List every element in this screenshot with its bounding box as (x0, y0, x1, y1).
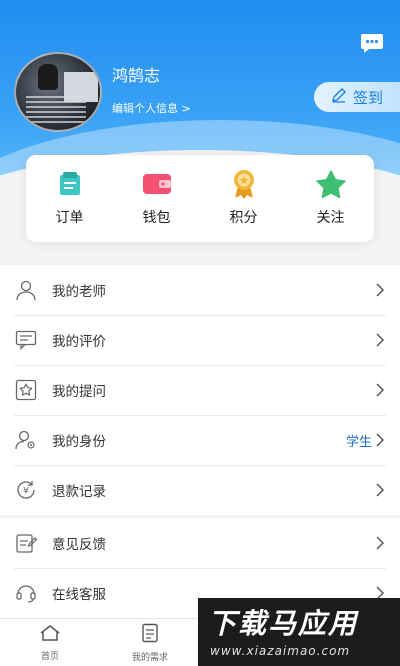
avatar[interactable] (14, 52, 102, 132)
teacher-icon (14, 278, 38, 302)
quick-actions-card: 订单 钱包 积分 关注 (26, 155, 374, 242)
message-icon[interactable] (360, 32, 384, 54)
signin-button[interactable]: 签到 (314, 82, 400, 112)
username: 鸿鹄志 (112, 66, 161, 85)
feedback-icon (14, 531, 38, 555)
menu-item-label: 我的身份 (52, 434, 106, 450)
comment-icon (14, 328, 38, 352)
menu-item-my-identity[interactable]: 我的身份 学生 (0, 415, 400, 465)
document-icon (141, 623, 159, 647)
quick-wallet[interactable]: 钱包 (113, 155, 200, 242)
menu-item-label: 我的评价 (52, 334, 106, 350)
identity-value: 学生 (345, 434, 372, 450)
svg-text:¥: ¥ (23, 487, 29, 497)
watermark-title: 下载马应用 (208, 607, 359, 640)
menu-list-primary: 我的老师 我的评价 我的提问 我的身份 学生 ¥ 退款记录 (0, 265, 400, 515)
identity-icon (14, 428, 38, 452)
tab-my-requests-label: 我的需求 (131, 652, 168, 663)
tab-home-label: 首页 (40, 651, 59, 662)
chevron-right-icon (376, 333, 385, 347)
menu-item-label: 我的提问 (52, 384, 106, 400)
chevron-right-icon (376, 483, 385, 497)
refund-icon: ¥ (14, 478, 38, 502)
chevron-right-icon (376, 383, 385, 397)
menu-item-label: 我的老师 (52, 284, 106, 300)
tab-home[interactable]: 首页 (0, 619, 100, 666)
menu-item-refund-records[interactable]: ¥ 退款记录 (0, 465, 400, 515)
points-medal-icon (227, 169, 261, 199)
customer-service-icon (14, 581, 38, 605)
chevron-right-icon (376, 283, 385, 297)
menu-item-label: 退款记录 (52, 484, 106, 500)
quick-follow[interactable]: 关注 (287, 155, 374, 242)
home-icon (39, 624, 61, 646)
chevron-right-icon (376, 536, 385, 550)
star-icon (314, 169, 348, 199)
menu-item-feedback[interactable]: 意见反馈 (0, 518, 400, 568)
menu-item-my-teachers[interactable]: 我的老师 (0, 265, 400, 315)
menu-item-my-reviews[interactable]: 我的评价 (0, 315, 400, 365)
watermark-url: www.xiazaimao.com (210, 644, 351, 658)
watermark-overlay: 下载马应用 www.xiazaimao.com (198, 598, 400, 666)
menu-item-label: 意见反馈 (52, 537, 106, 553)
quick-points[interactable]: 积分 (200, 155, 287, 242)
tab-my-requests[interactable]: 我的需求 (100, 619, 200, 666)
wallet-icon (140, 169, 174, 199)
signin-label: 签到 (352, 88, 383, 107)
pencil-icon (331, 87, 347, 107)
quick-wallet-label: 钱包 (142, 210, 171, 226)
menu-item-my-questions[interactable]: 我的提问 (0, 365, 400, 415)
quick-order-label: 订单 (55, 210, 84, 226)
quick-order[interactable]: 订单 (26, 155, 113, 242)
quick-follow-label: 关注 (316, 210, 345, 226)
edit-profile-link[interactable]: 编辑个人信息 > (112, 100, 191, 116)
question-icon (14, 378, 38, 402)
chevron-right-icon (376, 433, 385, 447)
quick-points-label: 积分 (229, 210, 258, 226)
order-icon (53, 169, 87, 199)
